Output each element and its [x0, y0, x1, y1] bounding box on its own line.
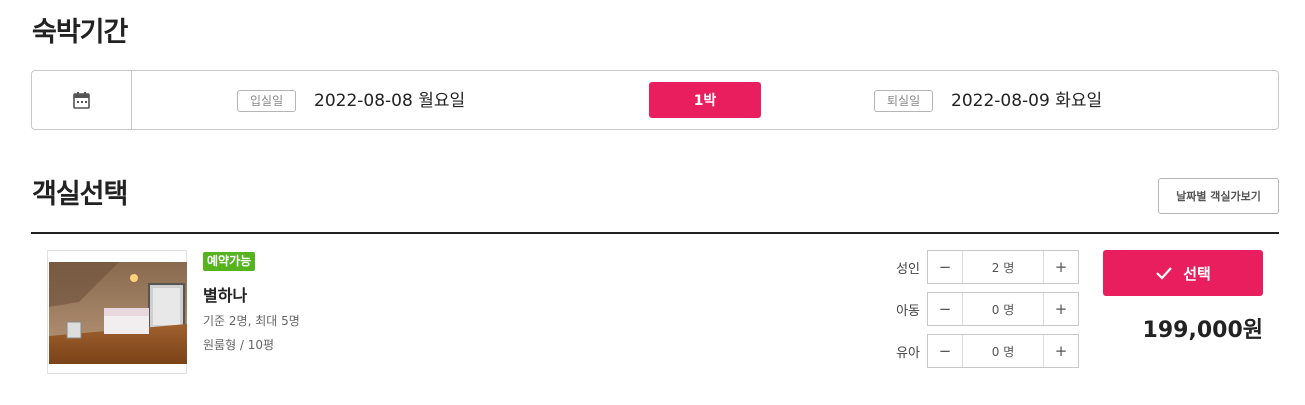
infant-plus-button[interactable]: +	[1043, 335, 1078, 367]
room-capacity: 기준 2명, 최대 5명	[203, 314, 300, 328]
stay-period-title: 숙박기간	[32, 17, 128, 48]
availability-badge: 예약가능	[203, 252, 256, 271]
calendar-icon	[73, 91, 90, 109]
check-icon	[1156, 267, 1173, 280]
child-count: 0 명	[991, 302, 1015, 317]
select-room-label: 선택	[1183, 264, 1211, 283]
child-label: 아동	[896, 304, 920, 319]
view-rooms-by-date-button[interactable]: 날짜별 객실가보기	[1158, 178, 1279, 214]
stay-period-box: 입실일 2022-08-08 월요일 1박 퇴실일 2022-08-09 화요일	[31, 70, 1279, 130]
child-stepper: − 0 명 +	[927, 292, 1079, 326]
child-plus-button[interactable]: +	[1043, 293, 1078, 325]
checkin-date[interactable]: 2022-08-08 월요일	[314, 90, 465, 112]
room-select-title: 객실선택	[32, 179, 128, 210]
room-name[interactable]: 별하나	[203, 282, 247, 306]
adult-label: 성인	[896, 262, 920, 277]
checkout-date[interactable]: 2022-08-09 화요일	[951, 90, 1102, 112]
room-type: 원룸형 / 10평	[203, 338, 275, 352]
room-thumbnail[interactable]	[47, 250, 187, 374]
infant-minus-button[interactable]: −	[928, 335, 963, 367]
checkin-tag: 입실일	[237, 90, 297, 112]
child-minus-button[interactable]: −	[928, 293, 963, 325]
adult-count: 2 명	[991, 260, 1015, 275]
calendar-button[interactable]	[32, 71, 132, 129]
room-price: 199,000원	[1142, 318, 1263, 343]
section-divider	[31, 232, 1279, 234]
select-room-button[interactable]: 선택	[1103, 250, 1263, 296]
checkout-tag: 퇴실일	[874, 90, 934, 112]
nights-badge: 1박	[649, 82, 761, 118]
adult-plus-button[interactable]: +	[1043, 251, 1078, 283]
adult-stepper: − 2 명 +	[927, 250, 1079, 284]
infant-count: 0 명	[991, 344, 1015, 359]
infant-label: 유아	[896, 346, 920, 361]
adult-minus-button[interactable]: −	[928, 251, 963, 283]
infant-stepper: − 0 명 +	[927, 334, 1079, 368]
